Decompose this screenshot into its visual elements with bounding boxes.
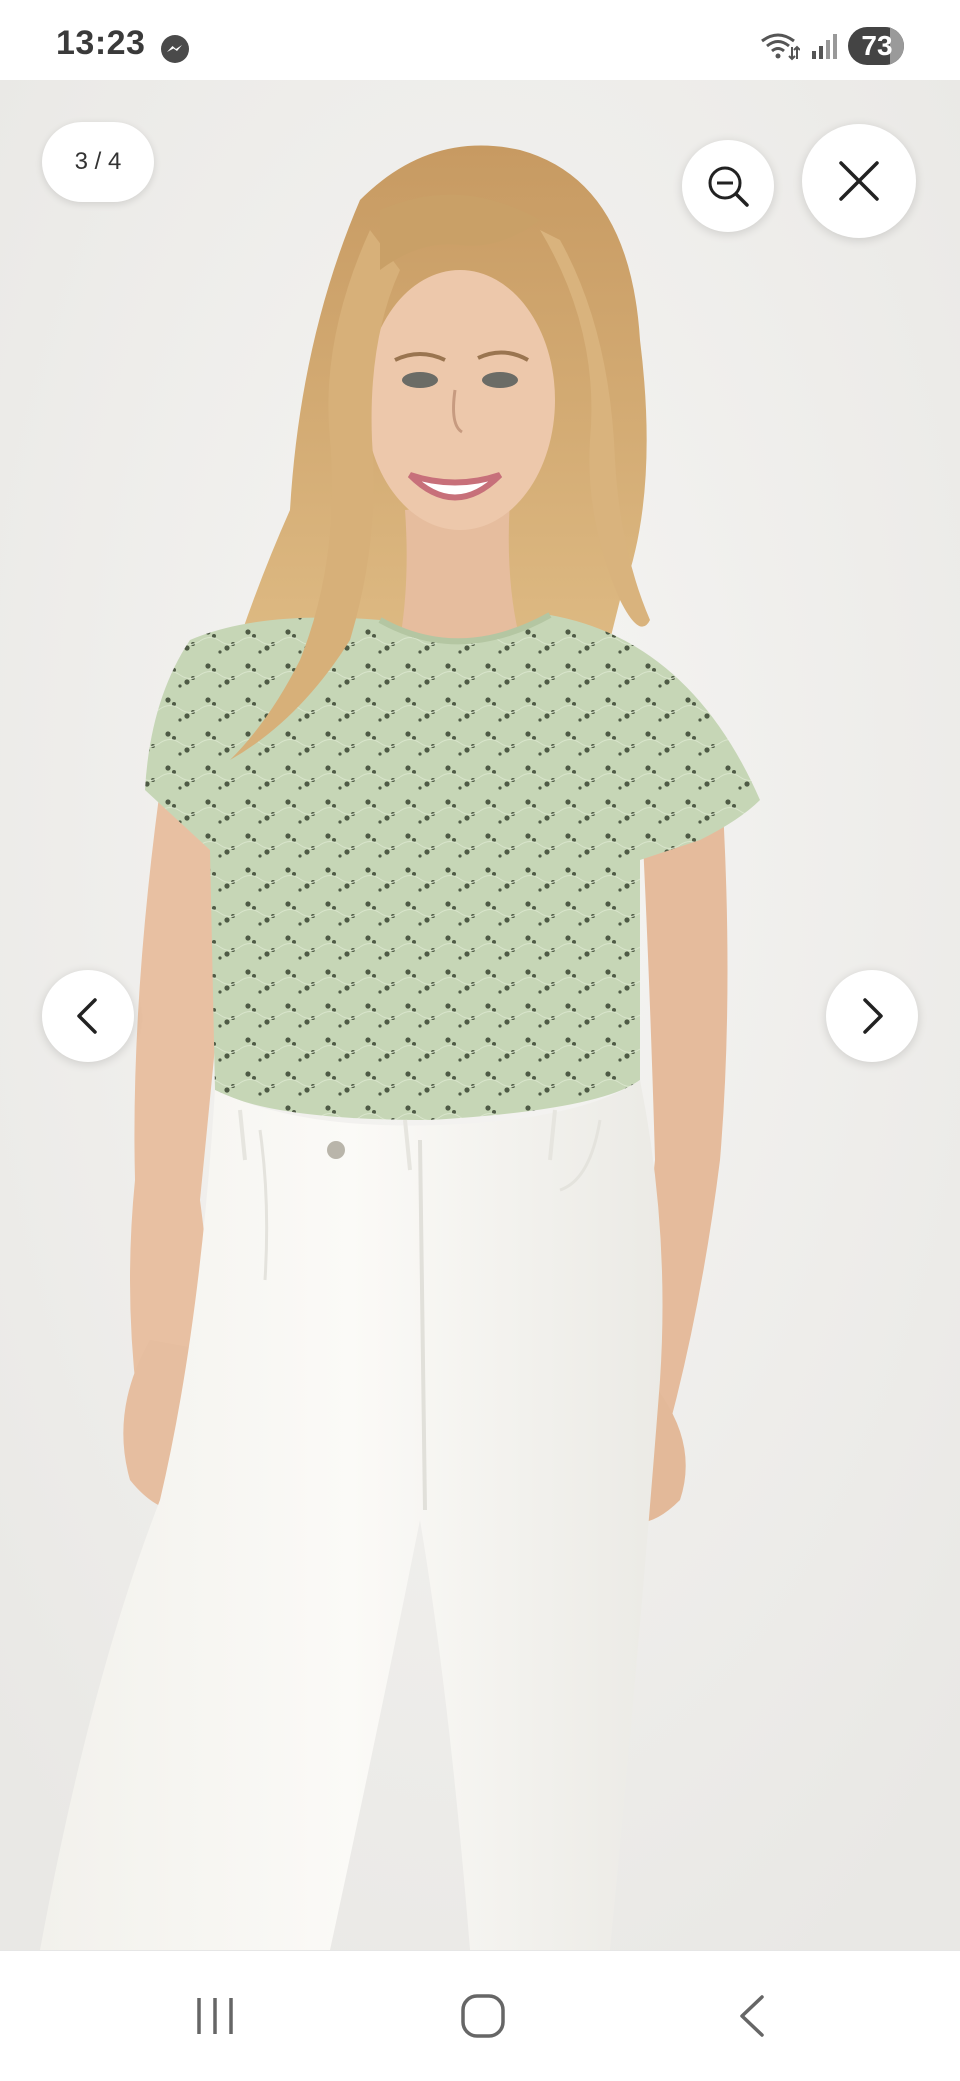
image-counter: 3 / 4: [42, 122, 154, 202]
home-icon: [461, 1994, 505, 2038]
system-navigation-bar: [0, 1950, 960, 2081]
messenger-icon: [161, 35, 189, 63]
home-button[interactable]: [403, 1951, 563, 2081]
close-icon: [839, 161, 879, 201]
product-photo[interactable]: [0, 80, 960, 1950]
recents-button[interactable]: [135, 1951, 295, 2081]
wifi-icon: [761, 33, 800, 61]
signal-icon: [812, 34, 837, 59]
zoom-out-button[interactable]: [682, 140, 774, 232]
zoom-out-icon: [708, 166, 749, 207]
back-icon: [740, 1995, 764, 2037]
chevron-right-icon: [863, 998, 883, 1034]
back-button[interactable]: [672, 1951, 832, 2081]
recents-icon: [197, 1998, 233, 2034]
next-image-button[interactable]: [826, 970, 918, 1062]
status-icons: 73: [760, 26, 904, 66]
chevron-left-icon: [77, 998, 97, 1034]
status-time: 13:23: [56, 24, 146, 62]
close-button[interactable]: [802, 124, 916, 238]
photo-viewer[interactable]: 3 / 4: [0, 80, 960, 1950]
battery-level: 73: [861, 30, 893, 61]
previous-image-button[interactable]: [42, 970, 134, 1062]
status-bar: 13:23 73: [0, 0, 960, 80]
battery-indicator: 73: [848, 27, 904, 65]
